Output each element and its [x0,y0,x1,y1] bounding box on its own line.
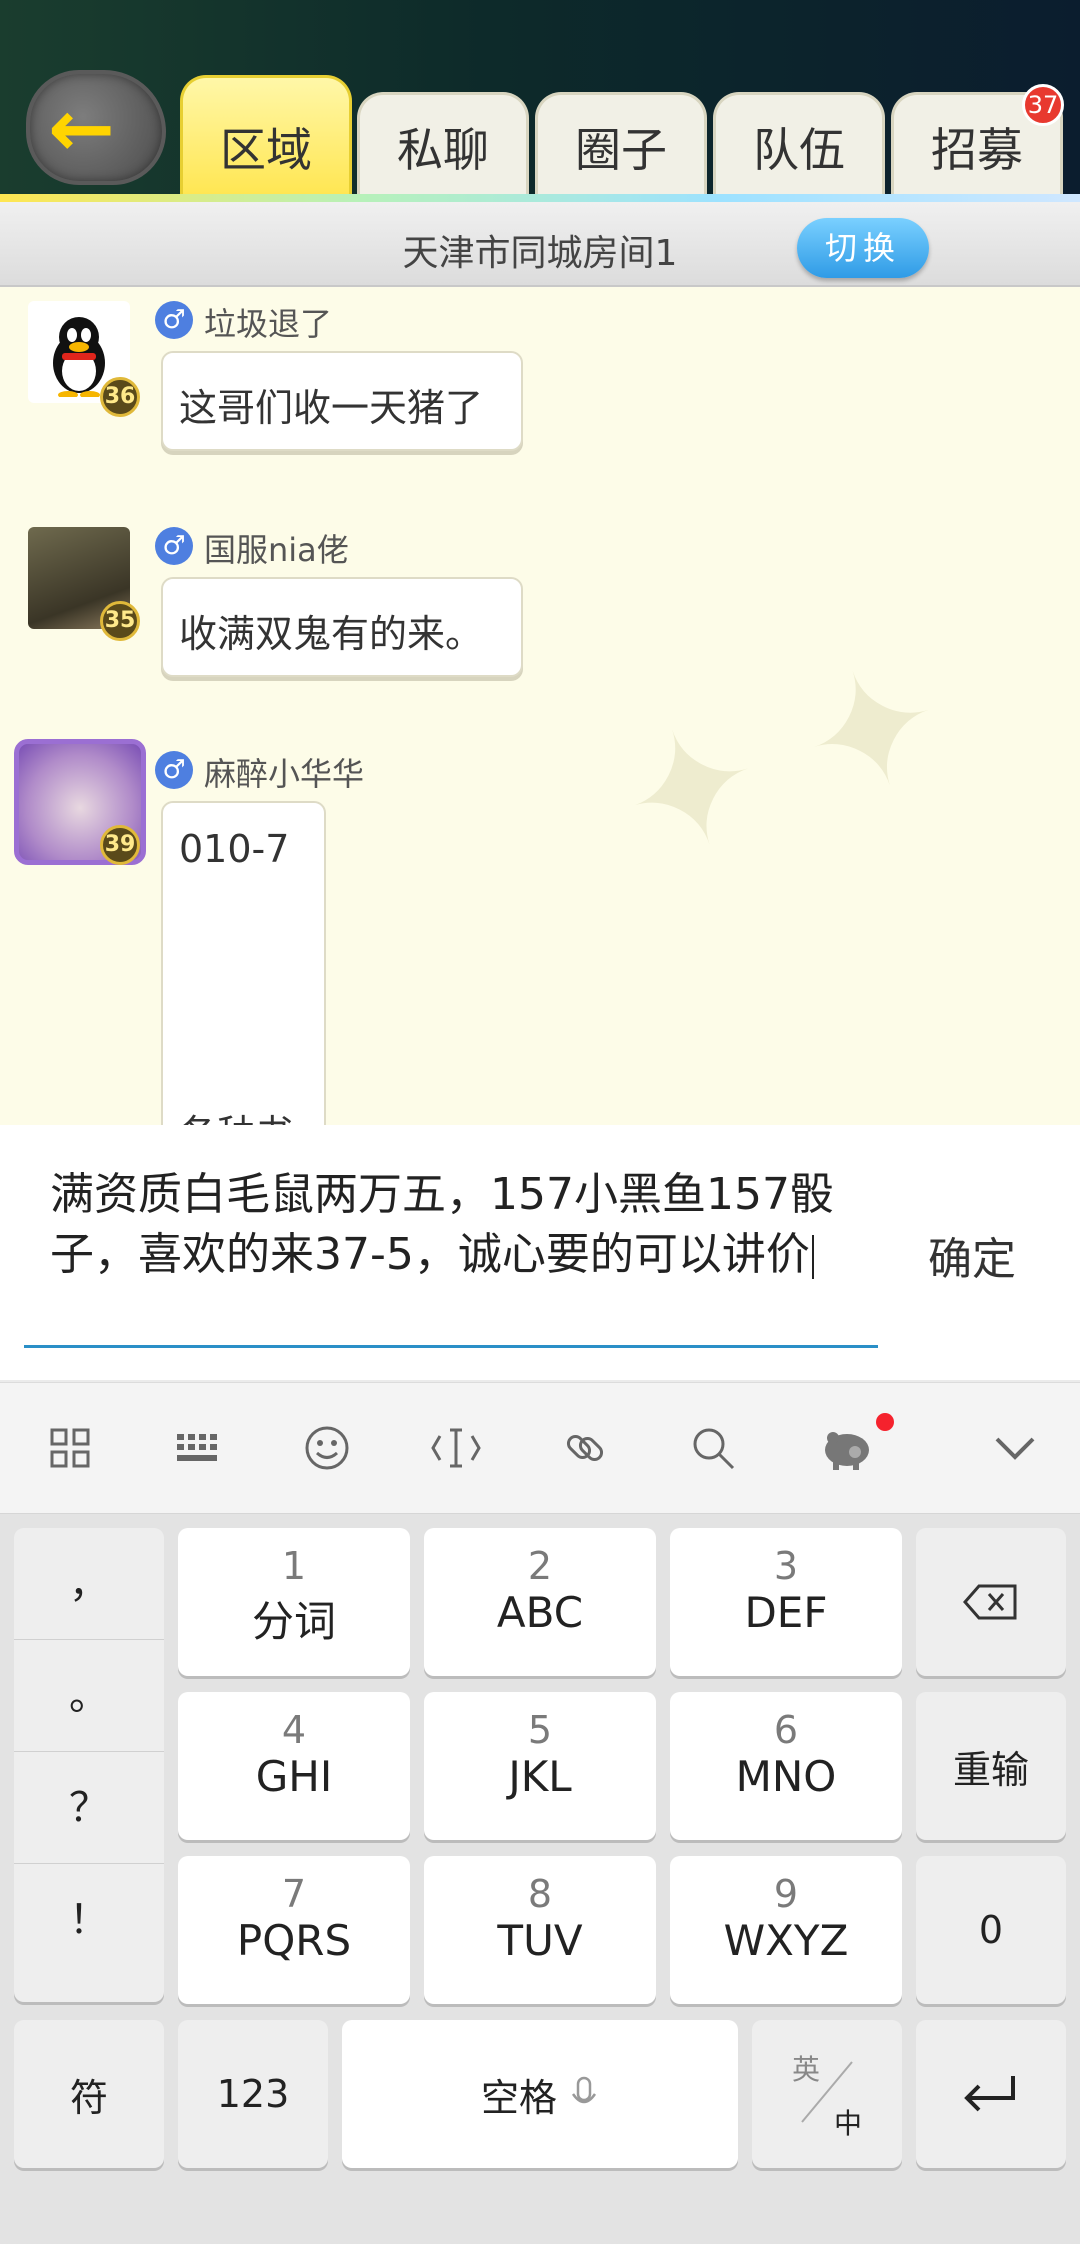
notification-dot [876,1413,894,1431]
space-label: 空格 [480,2075,557,2120]
tab-team[interactable]: 队伍 [713,92,885,197]
apps-grid-icon[interactable] [35,1413,105,1483]
key-6[interactable]: 6 MNO [670,1692,902,1840]
input-area: 满资质白毛鼠两万五，157小黑鱼157骰子，喜欢的来37-5，诚心要的可以讲价 … [0,1125,1080,1380]
chat-list[interactable]: ✦ ✦ 36 ♂ 垃圾退了 这哥们收一天猪了 35 ♂ 国服nia佬 收满双鬼有… [0,287,1080,1125]
level-badge: 39 [100,825,140,865]
message-text: 收满双鬼有的来。 [179,612,484,656]
key-1[interactable]: 1 分词 [178,1528,410,1676]
language-switch-key[interactable]: 英 中 [752,2020,902,2168]
message-text: 这哥们收一天猪了 [179,386,484,430]
numbers-key[interactable]: 123 [178,2020,328,2168]
microphone-icon [571,2076,597,2104]
space-key[interactable]: 空格 [342,2020,738,2168]
key-9[interactable]: 9 WXYZ [670,1856,902,2004]
key-3[interactable]: 3 DEF [670,1528,902,1676]
text-caret [811,1235,814,1279]
enter-icon [964,2076,1015,2112]
level-badge: 35 [100,601,140,641]
male-gender-icon: ♂ [155,527,193,565]
retype-key[interactable]: 重输 [916,1692,1066,1840]
cursor-edit-icon[interactable] [421,1413,491,1483]
back-button[interactable]: ← [26,70,166,185]
key-0[interactable]: 0 [916,1856,1066,2004]
key-8[interactable]: 8 TUV [424,1856,656,2004]
username: 麻醉小华华 [204,755,365,793]
input-underline [24,1345,878,1348]
key-5[interactable]: 5 JKL [424,1692,656,1840]
recruit-badge: 37 [1022,84,1064,126]
top-bar: ← 区域 私聊 圈子 队伍 招募 37 [0,0,1080,200]
chevron-down-icon[interactable] [980,1413,1050,1483]
background-watermark: ✦ ✦ [599,621,965,900]
search-icon[interactable] [678,1413,748,1483]
key-2[interactable]: 2 ABC [424,1528,656,1676]
piggy-bank-icon[interactable] [812,1413,882,1483]
punctuation-column[interactable]: ， 。 ？ ！ [14,1528,164,2002]
tab-private-chat[interactable]: 私聊 [357,92,529,197]
switch-room-button[interactable]: 切换 [797,218,929,278]
username: 垃圾退了 [204,305,333,343]
punct-period-key[interactable]: 。 [14,1640,164,1752]
punct-exclaim-key[interactable]: ！ [14,1864,164,1976]
backspace-key[interactable] [916,1528,1066,1676]
level-badge: 36 [100,377,140,417]
tab-region[interactable]: 区域 [180,75,352,197]
emoji-icon[interactable] [292,1413,362,1483]
message-bubble[interactable]: 010-7 各种书 [161,801,326,1125]
symbol-key[interactable]: 符 [14,2020,164,2168]
punct-comma-key[interactable]: ， [14,1528,164,1640]
lang-chinese-label: 中 [834,2107,863,2140]
keyboard-layout-icon[interactable] [163,1413,233,1483]
link-clip-icon[interactable] [550,1413,620,1483]
message-bubble[interactable]: 这哥们收一天猪了 [161,351,523,451]
male-gender-icon: ♂ [155,301,193,339]
message-input[interactable]: 满资质白毛鼠两万五，157小黑鱼157骰子，喜欢的来37-5，诚心要的可以讲价 [50,1165,890,1285]
penguin-avatar-icon [53,317,105,397]
key-7[interactable]: 7 PQRS [178,1856,410,2004]
message-bubble[interactable]: 收满双鬼有的来。 [161,577,523,677]
back-arrow-icon: ← [48,82,116,175]
keyboard-toolbar [0,1382,1080,1514]
message-text: 各种书 [179,1103,293,1125]
key-4[interactable]: 4 GHI [178,1692,410,1840]
tab-circle[interactable]: 圈子 [535,92,707,197]
username: 国服nia佬 [204,531,349,569]
divider-stripe [0,194,1080,202]
male-gender-icon: ♂ [155,751,193,789]
message-input-text: 满资质白毛鼠两万五，157小黑鱼157骰子，喜欢的来37-5，诚心要的可以讲价 [50,1169,834,1280]
backspace-icon [963,1584,1017,1620]
punct-question-key[interactable]: ？ [14,1752,164,1864]
enter-key[interactable] [916,2020,1066,2168]
message-text: 010-7 [179,827,290,871]
confirm-button[interactable]: 确定 [928,1223,1016,1287]
